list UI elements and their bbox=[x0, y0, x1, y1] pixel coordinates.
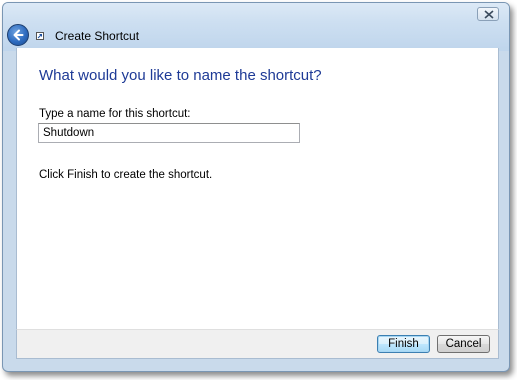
title-bar bbox=[3, 3, 509, 51]
button-bar: Finish Cancel bbox=[16, 329, 499, 359]
wizard-content: What would you like to name the shortcut… bbox=[16, 48, 499, 329]
create-shortcut-dialog: Create Shortcut What would you like to n… bbox=[2, 2, 510, 372]
shortcut-name-label: Type a name for this shortcut: bbox=[39, 108, 191, 120]
window-title: Create Shortcut bbox=[55, 29, 140, 43]
back-button[interactable] bbox=[7, 24, 29, 46]
close-button[interactable] bbox=[477, 7, 499, 21]
page-heading: What would you like to name the shortcut… bbox=[39, 67, 322, 84]
instruction-text: Click Finish to create the shortcut. bbox=[39, 169, 213, 181]
shortcut-icon bbox=[36, 32, 44, 40]
cancel-button[interactable]: Cancel bbox=[437, 335, 490, 353]
back-arrow-icon bbox=[13, 29, 24, 41]
finish-button[interactable]: Finish bbox=[377, 335, 430, 353]
shortcut-name-input[interactable] bbox=[38, 123, 300, 143]
close-icon bbox=[484, 10, 494, 19]
